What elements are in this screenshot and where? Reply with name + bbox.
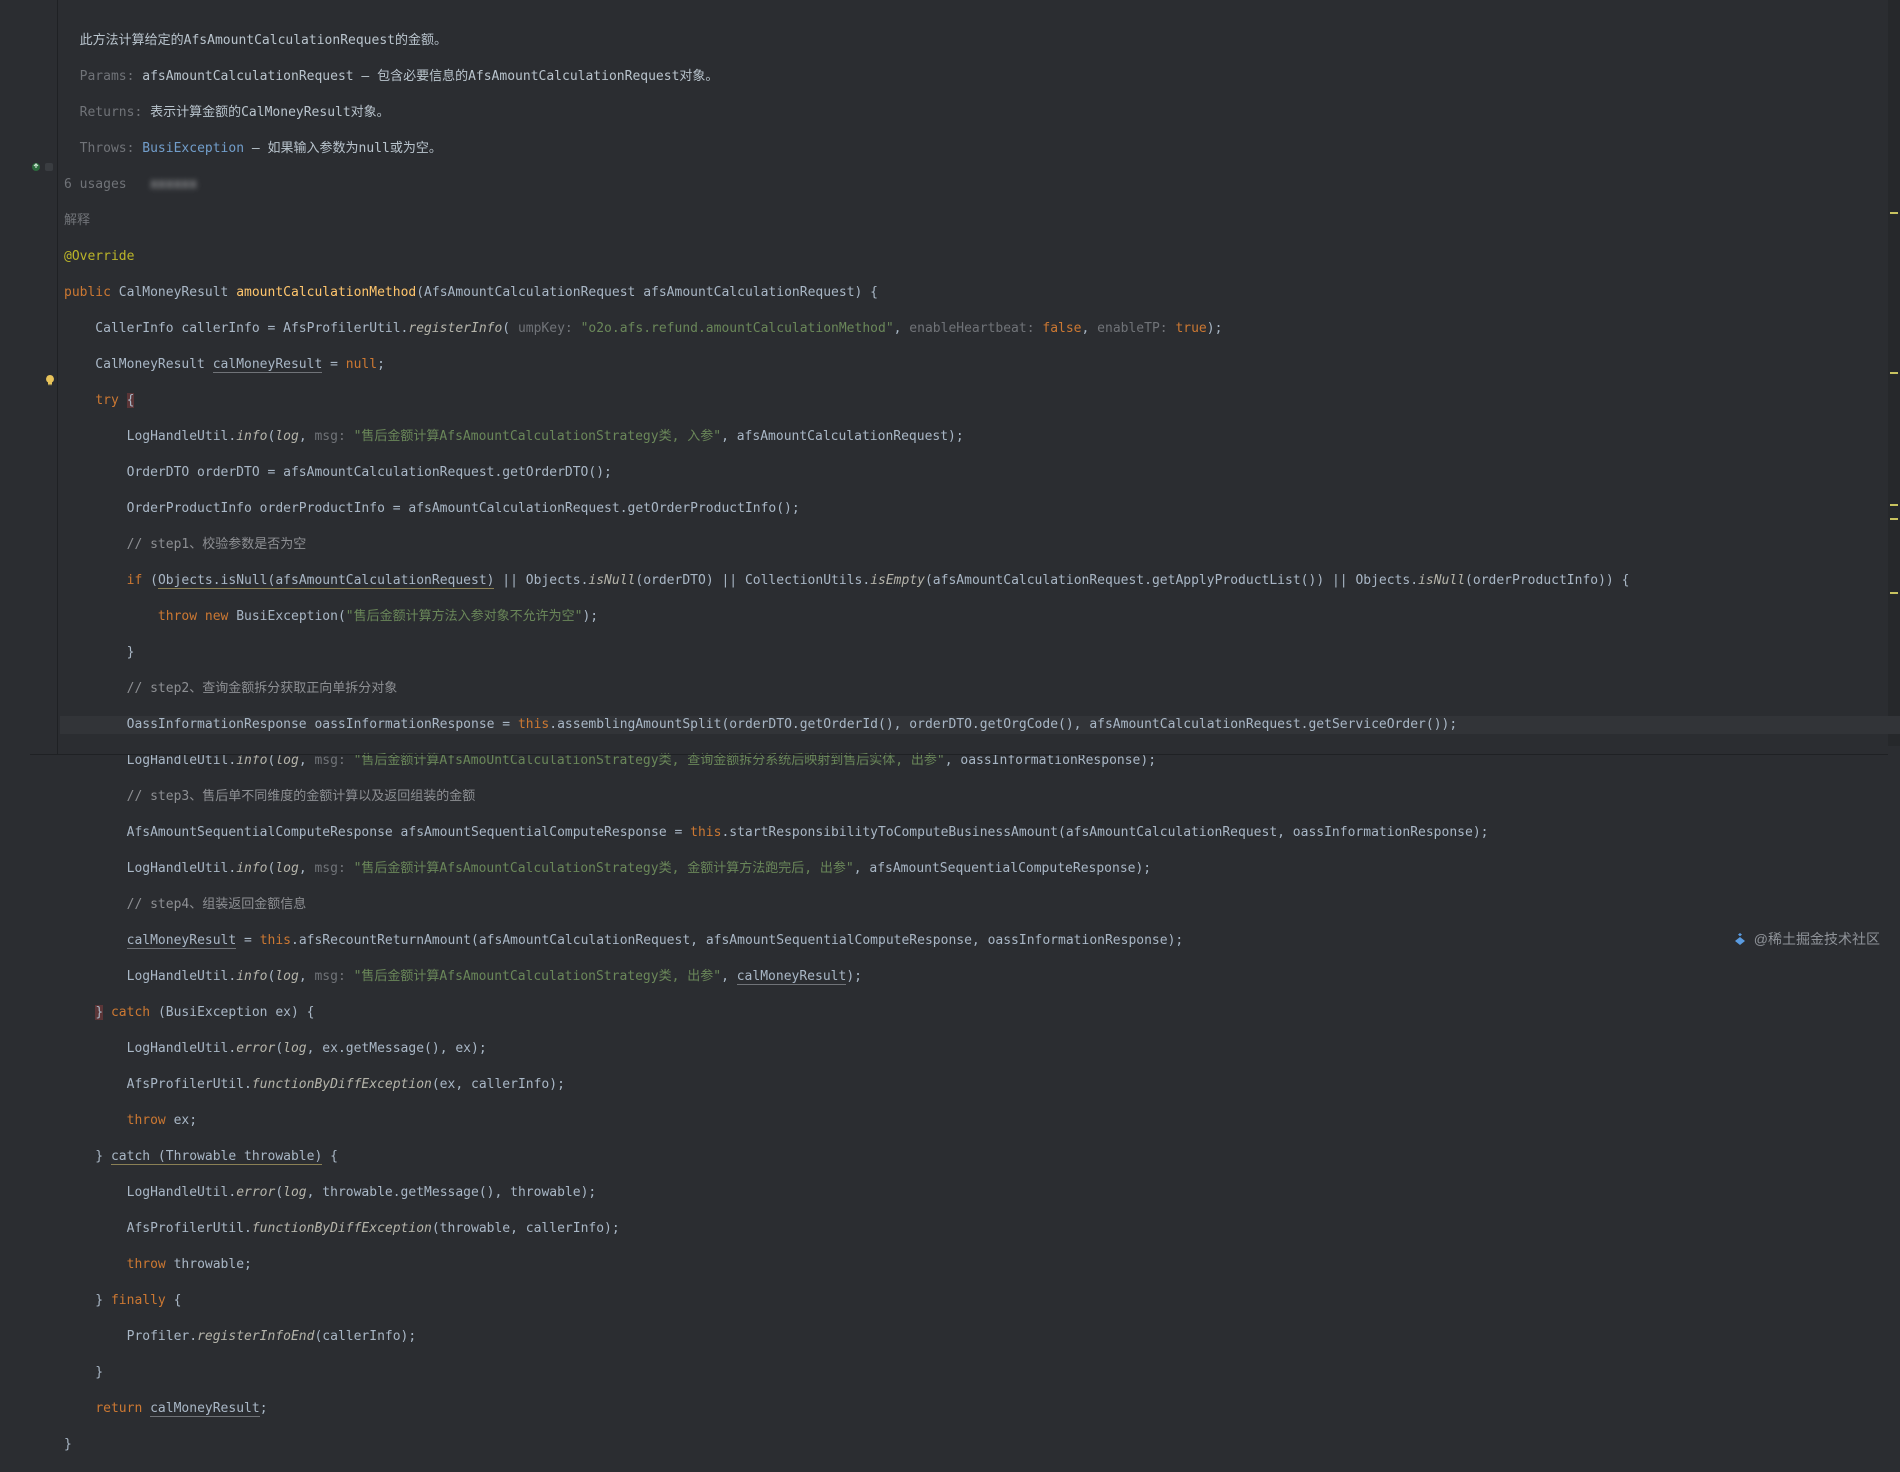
code-line: } catch (BusiException ex) { — [60, 1004, 1900, 1022]
code-line: AfsProfilerUtil.functionByDiffException(… — [60, 1076, 1900, 1094]
code-line: LogHandleUtil.info(log, msg: "售后金额计算AfsA… — [60, 428, 1900, 446]
meta-line: 6 usages xxxxxx — [60, 176, 1900, 194]
code-line: // step3、售后单不同维度的金额计算以及返回组装的金额 — [60, 788, 1900, 806]
code-line-current: OassInformationResponse oassInformationR… — [60, 716, 1900, 734]
meta-line: 解释 — [60, 212, 1900, 230]
code-line: OrderDTO orderDTO = afsAmountCalculation… — [60, 464, 1900, 482]
code-line: throw ex; — [60, 1112, 1900, 1130]
code-line: Profiler.registerInfoEnd(callerInfo); — [60, 1328, 1900, 1346]
override-icon — [31, 162, 41, 172]
code-line: throw new BusiException("售后金额计算方法入参对象不允许… — [60, 608, 1900, 626]
code-line: // step2、查询金额拆分获取正向单拆分对象 — [60, 680, 1900, 698]
doc-line: Returns: 表示计算金额的CalMoneyResult对象。 — [60, 104, 1900, 122]
code-line: // step1、校验参数是否为空 — [60, 536, 1900, 554]
code-line: } — [60, 1364, 1900, 1382]
code-line: // step4、组装返回金额信息 — [60, 896, 1900, 914]
code-line: calMoneyResult = this.afsRecountReturnAm… — [60, 932, 1900, 950]
doc-line: Params: afsAmountCalculationRequest – 包含… — [60, 68, 1900, 86]
juejin-logo-icon — [1732, 931, 1748, 947]
code-line: } finally { — [60, 1292, 1900, 1310]
code-line: OrderProductInfo orderProductInfo = afsA… — [60, 500, 1900, 518]
code-line: return calMoneyResult; — [60, 1400, 1900, 1418]
code-line: LogHandleUtil.error(log, throwable.getMe… — [60, 1184, 1900, 1202]
code-line: try { — [60, 392, 1900, 410]
gutter-override-marker[interactable] — [0, 158, 58, 176]
editor-horizontal-separator — [30, 754, 1888, 755]
watermark-text: @稀土掘金技术社区 — [1754, 930, 1880, 948]
code-line: AfsAmountSequentialComputeResponse afsAm… — [60, 824, 1900, 842]
code-line: } — [60, 1436, 1900, 1454]
code-editor[interactable]: 此方法计算给定的AfsAmountCalculationRequest的金额。 … — [58, 0, 1900, 754]
code-line: @Override — [60, 248, 1900, 266]
code-line: LogHandleUtil.info(log, msg: "售后金额计算AfsA… — [60, 968, 1900, 986]
code-line: } catch (Throwable throwable) { — [60, 1148, 1900, 1166]
code-line: throw throwable; — [60, 1256, 1900, 1274]
code-line: if (Objects.isNull(afsAmountCalculationR… — [60, 572, 1900, 590]
code-line: CalMoneyResult calMoneyResult = null; — [60, 356, 1900, 374]
watermark: @稀土掘金技术社区 — [1732, 930, 1880, 948]
gutter-extra-icon — [44, 162, 54, 172]
doc-line: 此方法计算给定的AfsAmountCalculationRequest的金额。 — [60, 32, 1900, 50]
code-line: LogHandleUtil.info(log, msg: "售后金额计算AfsA… — [60, 860, 1900, 878]
code-line: CallerInfo callerInfo = AfsProfilerUtil.… — [60, 320, 1900, 338]
doc-line: Throws: BusiException – 如果输入参数为null或为空。 — [60, 140, 1900, 158]
code-line: } — [60, 644, 1900, 662]
code-line: LogHandleUtil.error(log, ex.getMessage()… — [60, 1040, 1900, 1058]
editor-gutter — [0, 0, 58, 754]
intention-bulb-icon[interactable] — [44, 374, 56, 386]
code-line: AfsProfilerUtil.functionByDiffException(… — [60, 1220, 1900, 1238]
code-line: public CalMoneyResult amountCalculationM… — [60, 284, 1900, 302]
